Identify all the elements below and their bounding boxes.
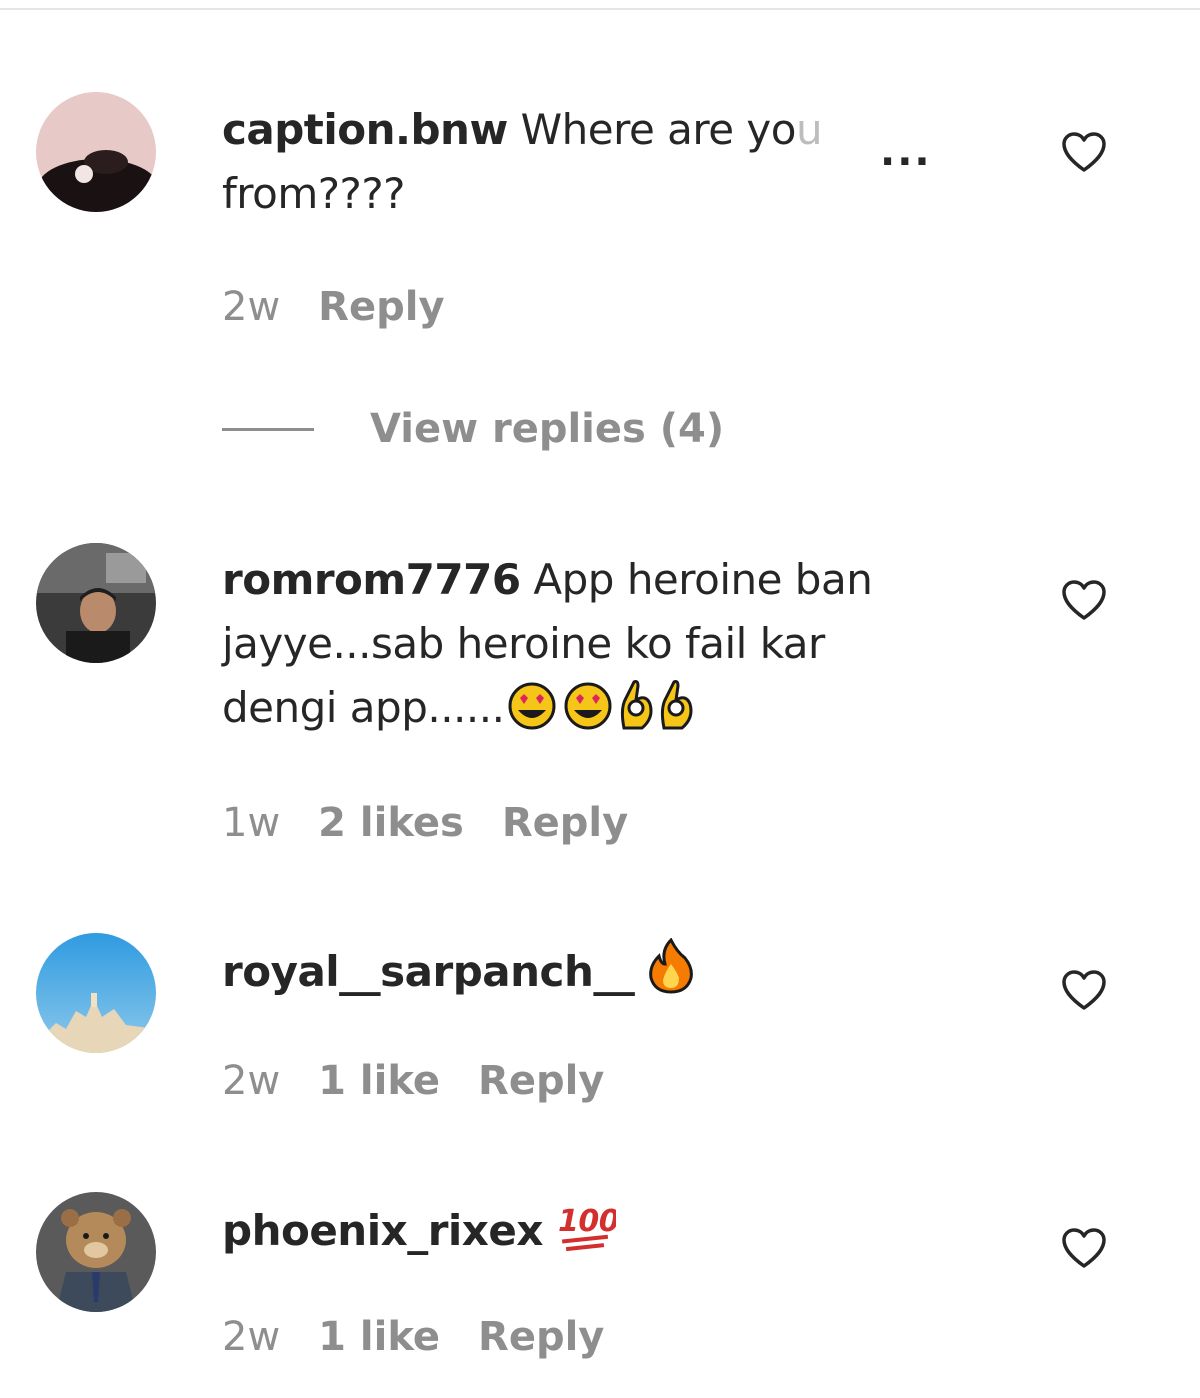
comment-body: romrom7776 App heroine ban jayye...sab h… (222, 548, 942, 748)
svg-text:100: 100 (558, 1204, 616, 1239)
comment-body: phoenix_rixex 100 (222, 1197, 952, 1271)
heart-eyes-emoji (504, 682, 560, 748)
avatar[interactable] (36, 543, 156, 663)
comment-meta: 2w Reply (222, 282, 483, 332)
comment-body: royal__sarpanch__ (222, 937, 952, 1012)
reply-button[interactable]: Reply (478, 1058, 604, 1104)
heart-outline-icon[interactable] (1060, 130, 1108, 174)
top-divider (0, 0, 1200, 10)
avatar-romrom7776-icon (36, 543, 156, 663)
comment-time[interactable]: 1w (222, 800, 280, 846)
comment-text-faded: u (795, 105, 823, 154)
view-replies-line (222, 427, 314, 431)
reply-button[interactable]: Reply (502, 800, 628, 846)
ok-hand-emoji (656, 678, 696, 748)
avatar-phoenix-rixex-icon (36, 1192, 156, 1312)
view-replies-button[interactable]: View replies (4) (222, 404, 724, 454)
heart-eyes-emoji (560, 682, 616, 748)
ok-hand-emoji (616, 678, 656, 748)
heart-outline-icon[interactable] (1060, 1226, 1108, 1270)
comment-meta: 1w 2 likes Reply (222, 798, 666, 848)
comment-time[interactable]: 2w (222, 284, 280, 330)
comment-time[interactable]: 2w (222, 1058, 280, 1104)
comment-meta: 2w 1 like Reply (222, 1312, 642, 1362)
comment-text (543, 1206, 556, 1255)
reply-button[interactable]: Reply (318, 284, 444, 330)
heart-outline-icon[interactable] (1060, 968, 1108, 1012)
comment-username[interactable]: phoenix_rixex (222, 1206, 543, 1255)
avatar[interactable] (36, 1192, 156, 1312)
likes-count[interactable]: 2 likes (318, 800, 464, 846)
comment-username[interactable]: romrom7776 (222, 555, 521, 604)
comment-text-line2: from???? (222, 169, 405, 218)
comment-username[interactable]: caption.bnw (222, 105, 508, 154)
fire-emoji (647, 937, 695, 1012)
comment-meta: 2w 1 like Reply (222, 1056, 642, 1106)
likes-count[interactable]: 1 like (318, 1314, 440, 1360)
comment-text (634, 947, 647, 996)
comment-username[interactable]: royal__sarpanch__ (222, 947, 635, 996)
comment-body: caption.bnw Where are you from???? (222, 98, 952, 226)
avatar-royal-sarpanch-icon (36, 933, 156, 1053)
comment-text: Where are yo (507, 105, 797, 154)
avatar-caption-bnw-icon (36, 92, 156, 212)
likes-count[interactable]: 1 like (318, 1058, 440, 1104)
avatar[interactable] (36, 92, 156, 212)
hundred-points-emoji: 100 (556, 1197, 619, 1271)
reply-button[interactable]: Reply (478, 1314, 604, 1360)
view-replies-label: View replies (4) (370, 406, 725, 452)
heart-outline-icon[interactable] (1060, 578, 1108, 622)
avatar[interactable] (36, 933, 156, 1053)
comment-time[interactable]: 2w (222, 1314, 280, 1360)
more-dots-icon[interactable]: ... (880, 132, 932, 172)
